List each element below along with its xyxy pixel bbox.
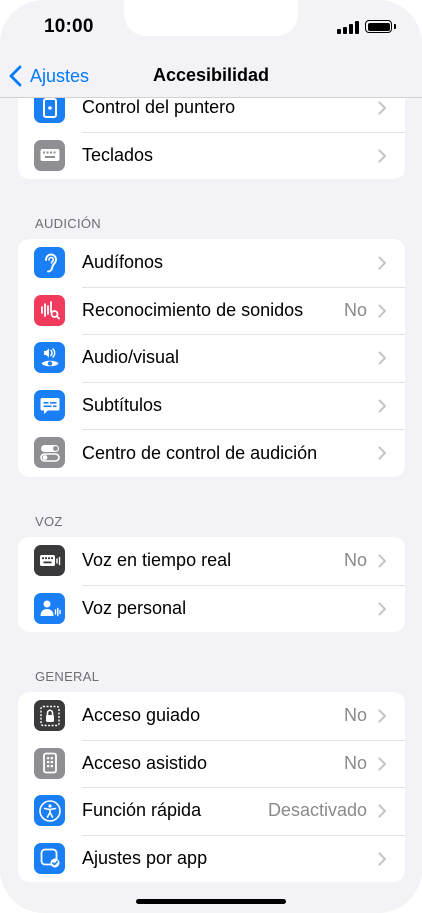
page-title: Accesibilidad (152, 65, 270, 85)
settings-group-top: Control del puntero Teclados (18, 98, 405, 180)
row-value: No (343, 550, 367, 571)
chevron-right-icon (378, 852, 386, 866)
accessibility-icon (34, 795, 65, 827)
settings-group-audicion: Audífonos Reconocimiento de sonidos No A… (18, 239, 405, 477)
dynamic-island (124, 0, 298, 36)
row-teclados[interactable]: Teclados (18, 131, 405, 180)
chevron-right-icon (378, 602, 386, 616)
row-voz-en-tiempo-real[interactable]: Voz en tiempo real No (18, 537, 405, 585)
row-value: Desactivado (267, 800, 367, 821)
lock-icon (34, 700, 65, 731)
row-ajustes-por-app[interactable]: Ajustes por app (18, 834, 405, 883)
chevron-right-icon (378, 256, 386, 270)
row-funcion-rapida[interactable]: Función rápida Desactivado (18, 787, 405, 835)
row-label: Ajustes por app (82, 848, 208, 869)
settings-group-voz: Voz en tiempo real No Voz personal (18, 537, 405, 633)
row-label: Audífonos (82, 252, 164, 273)
status-bar: 10:00 (0, 0, 422, 54)
chevron-right-icon (378, 757, 386, 771)
chevron-right-icon (378, 101, 386, 115)
row-centro-de-control-de-audicion[interactable]: Centro de control de audición (18, 429, 405, 477)
row-label: Reconocimiento de sonidos (82, 299, 304, 320)
chevron-right-icon (378, 804, 386, 818)
row-value: No (343, 705, 367, 726)
chevron-right-icon (378, 399, 386, 413)
phone-screen: 10:00 Ajustes Accesibilidad Control del (0, 0, 422, 913)
chevron-right-icon (378, 446, 386, 460)
row-audio-visual[interactable]: Audio/visual (18, 334, 405, 382)
sound-recognition-icon (34, 294, 65, 326)
row-acceso-guiado[interactable]: Acceso guiado No (18, 692, 405, 740)
row-label: Acceso asistido (82, 752, 208, 773)
row-label: Teclados (82, 144, 154, 165)
row-acceso-asistido[interactable]: Acceso asistido No (18, 739, 405, 788)
row-label: Subtítulos (82, 395, 163, 416)
settings-group-general: Acceso guiado No Acceso asistido No Func… (18, 692, 405, 883)
chevron-right-icon (378, 554, 386, 568)
row-subtitulos[interactable]: Subtítulos (18, 381, 405, 430)
status-time: 10:00 (44, 16, 94, 37)
assistive-access-icon (34, 747, 65, 779)
settings-list[interactable]: Control del puntero Teclados AUDICIÓN Au… (0, 98, 422, 913)
chevron-right-icon (378, 149, 386, 163)
row-label: Voz personal (82, 597, 187, 618)
chevron-right-icon (378, 304, 386, 318)
row-value: No (343, 299, 367, 320)
subtitles-icon (34, 389, 65, 421)
row-reconocimiento-de-sonidos[interactable]: Reconocimiento de sonidos No (18, 286, 405, 335)
toggle-switches-icon (34, 437, 65, 469)
row-label: Voz en tiempo real (82, 550, 232, 571)
row-label: Función rápida (82, 800, 202, 821)
battery-icon (365, 20, 396, 33)
row-label: Control del puntero (82, 98, 236, 118)
row-voz-personal[interactable]: Voz personal (18, 584, 405, 633)
pointer-control-icon (34, 98, 65, 123)
section-header-voz: VOZ (35, 514, 63, 529)
home-indicator[interactable] (136, 899, 286, 904)
row-control-del-puntero[interactable]: Control del puntero (18, 98, 405, 132)
cellular-signal-icon (337, 21, 359, 34)
live-speech-icon (34, 545, 65, 576)
audio-visual-icon (34, 342, 65, 374)
chevron-right-icon (378, 709, 386, 723)
keyboard-icon (34, 139, 65, 171)
per-app-settings-icon (34, 842, 65, 874)
chevron-right-icon (378, 351, 386, 365)
row-label: Centro de control de audición (82, 442, 318, 463)
row-value: No (343, 752, 367, 773)
ear-icon (34, 247, 65, 278)
navigation-bar: Ajustes Accesibilidad (0, 54, 422, 98)
row-label: Audio/visual (82, 347, 180, 368)
row-audifonos[interactable]: Audífonos (18, 239, 405, 287)
section-header-audicion: AUDICIÓN (35, 216, 101, 231)
row-label: Acceso guiado (82, 705, 201, 726)
section-header-general: GENERAL (35, 669, 100, 684)
personal-voice-icon (34, 592, 65, 624)
